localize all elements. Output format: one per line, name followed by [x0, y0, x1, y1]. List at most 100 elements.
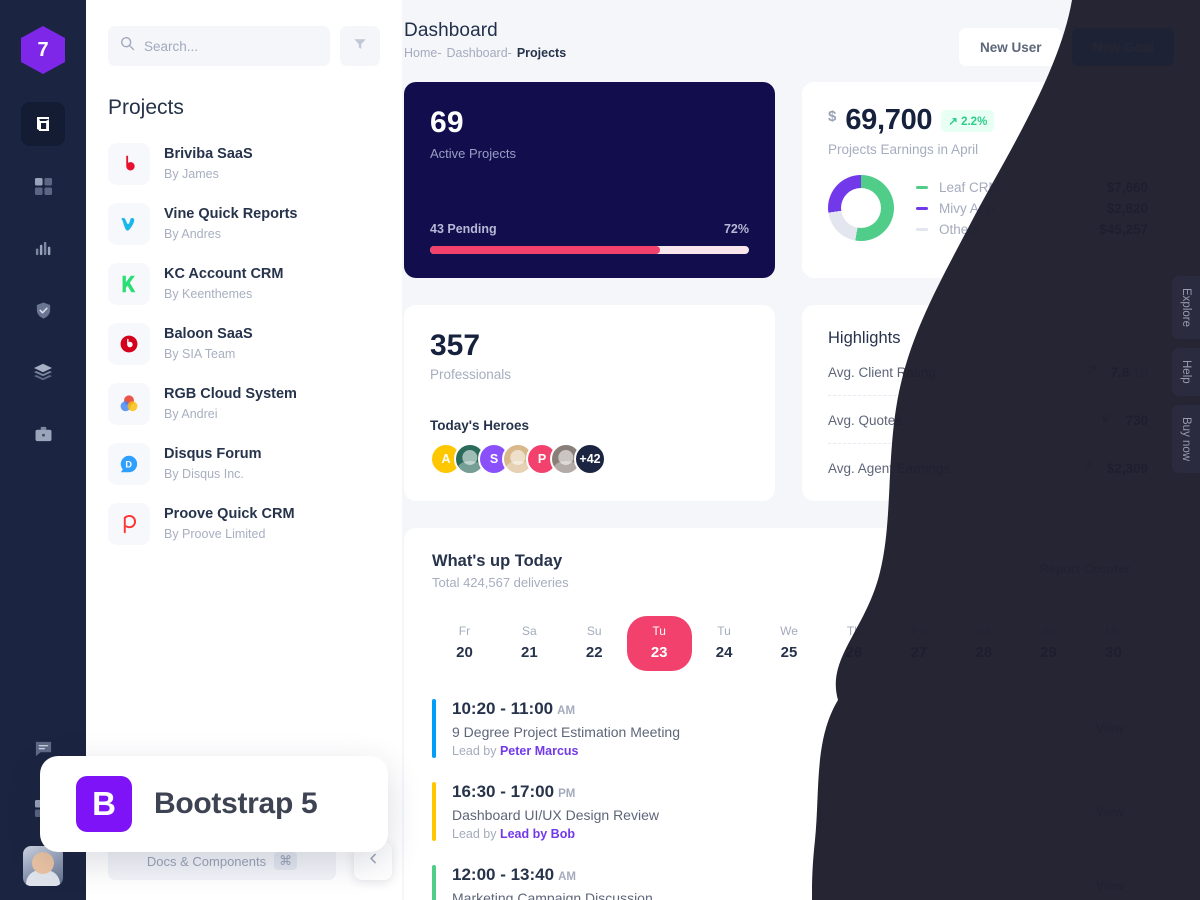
avatar-overflow-count[interactable]: +42	[574, 443, 606, 475]
side-tab-label: Explore	[1180, 288, 1192, 327]
event-view-button[interactable]: View	[1073, 868, 1146, 900]
breadcrumb-item-home[interactable]: Home-	[404, 46, 442, 60]
day-number: 21	[521, 644, 538, 661]
list-item[interactable]: RGB Cloud System By Andrei	[108, 374, 380, 434]
event-lead-name[interactable]: Peter Marcus	[500, 744, 579, 758]
day-cell[interactable]: Mo 30	[1081, 616, 1146, 671]
filter-button[interactable]	[340, 26, 380, 66]
breadcrumb-item-dashboard[interactable]: Dashboard-	[447, 46, 512, 60]
app-logo[interactable]: 7	[21, 26, 65, 74]
professionals-value: 357	[430, 329, 481, 362]
docs-kbd-badge: ⌘	[274, 852, 298, 870]
event-color-bar	[432, 699, 436, 758]
topbar-left: Dashboard Home- Dashboard- Projects	[402, 20, 959, 60]
search-box[interactable]	[108, 26, 330, 66]
report-center-button[interactable]: Report Cecnter	[1023, 552, 1146, 586]
highlight-number: 7.8	[1110, 364, 1130, 380]
rail-item-security[interactable]	[21, 288, 65, 332]
highlight-row: Avg. Quotes 730	[828, 396, 1148, 444]
search-row	[86, 0, 402, 66]
events-list: 10:20 - 11:00 AM 9 Degree Project Estimat…	[432, 689, 1146, 900]
event-row: 16:30 - 17:00 PM Dashboard UI/UX Design R…	[432, 772, 1146, 855]
earnings-delta: 2.2%	[961, 115, 988, 128]
event-title: Marketing Campaign Discussion	[452, 890, 653, 900]
new-user-button[interactable]: New User	[958, 28, 1063, 66]
panel-title: Projects	[108, 96, 184, 119]
legend-row: Leaf CRM $7,660	[916, 177, 1148, 198]
rail-item-cube[interactable]	[21, 102, 65, 146]
project-owner: By Disqus Inc.	[164, 467, 244, 482]
day-cell[interactable]: We 25	[757, 616, 822, 671]
highlight-number: $2,309	[1106, 460, 1148, 476]
list-item[interactable]: Vine Quick Reports By Andres	[108, 194, 380, 254]
side-tabs: Explore Help Buy now	[1172, 276, 1200, 473]
side-tab-label: Help	[1180, 360, 1192, 384]
professionals-label: Professionals	[430, 367, 512, 382]
new-goal-button[interactable]: New Goal	[1072, 28, 1174, 66]
arrow-down-left-icon	[1100, 411, 1113, 429]
event-time: 12:00 - 13:40 AM	[452, 865, 1074, 885]
chevron-left-icon	[367, 852, 380, 870]
day-of-week: Mo	[1105, 624, 1122, 638]
day-number: 30	[1105, 644, 1122, 661]
day-cell[interactable]: Su 29	[1016, 616, 1081, 671]
rail-item-grid[interactable]	[21, 164, 65, 208]
list-item[interactable]: Briviba SaaS By James	[108, 134, 380, 194]
project-logo-vine	[108, 203, 150, 245]
avatar[interactable]	[23, 846, 63, 886]
project-name: KC Account CRM	[164, 266, 284, 283]
search-input[interactable]	[144, 38, 318, 54]
day-of-week: Tu	[652, 624, 666, 638]
project-name: RGB Cloud System	[164, 386, 297, 403]
earnings-legend: Leaf CRM $7,660 Mivy App $2,820 Others $…	[916, 177, 1148, 240]
day-cell-selected[interactable]: Tu 23	[626, 616, 692, 671]
day-cell[interactable]: Sa 21	[497, 616, 562, 671]
day-of-week: Tu	[717, 624, 731, 638]
earnings-subtitle: Projects Earnings in April	[828, 142, 979, 157]
project-owner: By Andres	[164, 227, 221, 242]
day-cell[interactable]: Tu 24	[692, 616, 757, 671]
event-view-button[interactable]: View	[1073, 711, 1146, 746]
event-color-bar	[432, 865, 436, 900]
event-meridiem: PM	[558, 788, 576, 800]
event-lead-name[interactable]: Lead by Bob	[500, 827, 575, 841]
arrow-up-right-icon	[1082, 459, 1095, 477]
project-owner: By Keenthemes	[164, 287, 253, 302]
list-item[interactable]: D Disqus Forum By Disqus Inc.	[108, 434, 380, 494]
day-cell[interactable]: Th 26	[821, 616, 886, 671]
project-logo-baloon	[108, 323, 150, 365]
day-selector: Fr 20 Sa 21 Su 22 Tu 23 Tu 24 We 25 Th 26 Fri 27…	[432, 616, 1146, 671]
whats-up-header: What's up Today Total 424,567 deliveries…	[432, 552, 1146, 590]
event-view-button[interactable]: View	[1073, 794, 1146, 829]
donut-chart	[828, 175, 894, 241]
side-tab-buy-now[interactable]: Buy now	[1172, 404, 1200, 473]
rail-nav	[21, 102, 65, 474]
day-of-week: Fr	[458, 624, 471, 638]
highlights-title: Highlights	[828, 329, 901, 347]
legend-amount: $7,660	[1106, 179, 1148, 195]
rail-item-briefcase[interactable]	[21, 412, 65, 456]
day-cell[interactable]: Fri 27	[886, 616, 951, 671]
avatar-initial: P	[537, 452, 547, 466]
heroes-avatars: A S P +42	[430, 443, 749, 475]
day-cell[interactable]: Su 22	[562, 616, 627, 671]
bootstrap-icon: B	[76, 776, 132, 832]
legend-swatch-others	[916, 227, 928, 231]
day-cell[interactable]: Fr 20	[432, 616, 497, 671]
bootstrap-label: Bootstrap 5	[154, 787, 318, 820]
project-name: Proove Quick CRM	[164, 506, 295, 523]
highlight-value: $2,309	[1107, 461, 1148, 476]
list-item[interactable]: KC Account CRM By Keenthemes	[108, 254, 380, 314]
rail-item-analytics[interactable]	[21, 226, 65, 270]
todays-heroes: Today's Heroes A S P +42	[430, 418, 749, 475]
list-item[interactable]: Proove Quick CRM By Proove Limited	[108, 494, 380, 554]
page-title: Dashboard	[404, 20, 498, 41]
highlights-card: Highlights Avg. Client Rating 7.8/10 Avg…	[802, 305, 1174, 501]
side-tab-explore[interactable]: Explore	[1172, 276, 1200, 339]
side-tab-help[interactable]: Help	[1172, 348, 1200, 396]
day-cell[interactable]: Sa 28	[951, 616, 1016, 671]
project-owner: By Proove Limited	[164, 527, 266, 542]
rail-item-layers[interactable]	[21, 350, 65, 394]
breadcrumb: Home- Dashboard- Projects	[404, 46, 959, 60]
list-item[interactable]: Baloon SaaS By SIA Team	[108, 314, 380, 374]
